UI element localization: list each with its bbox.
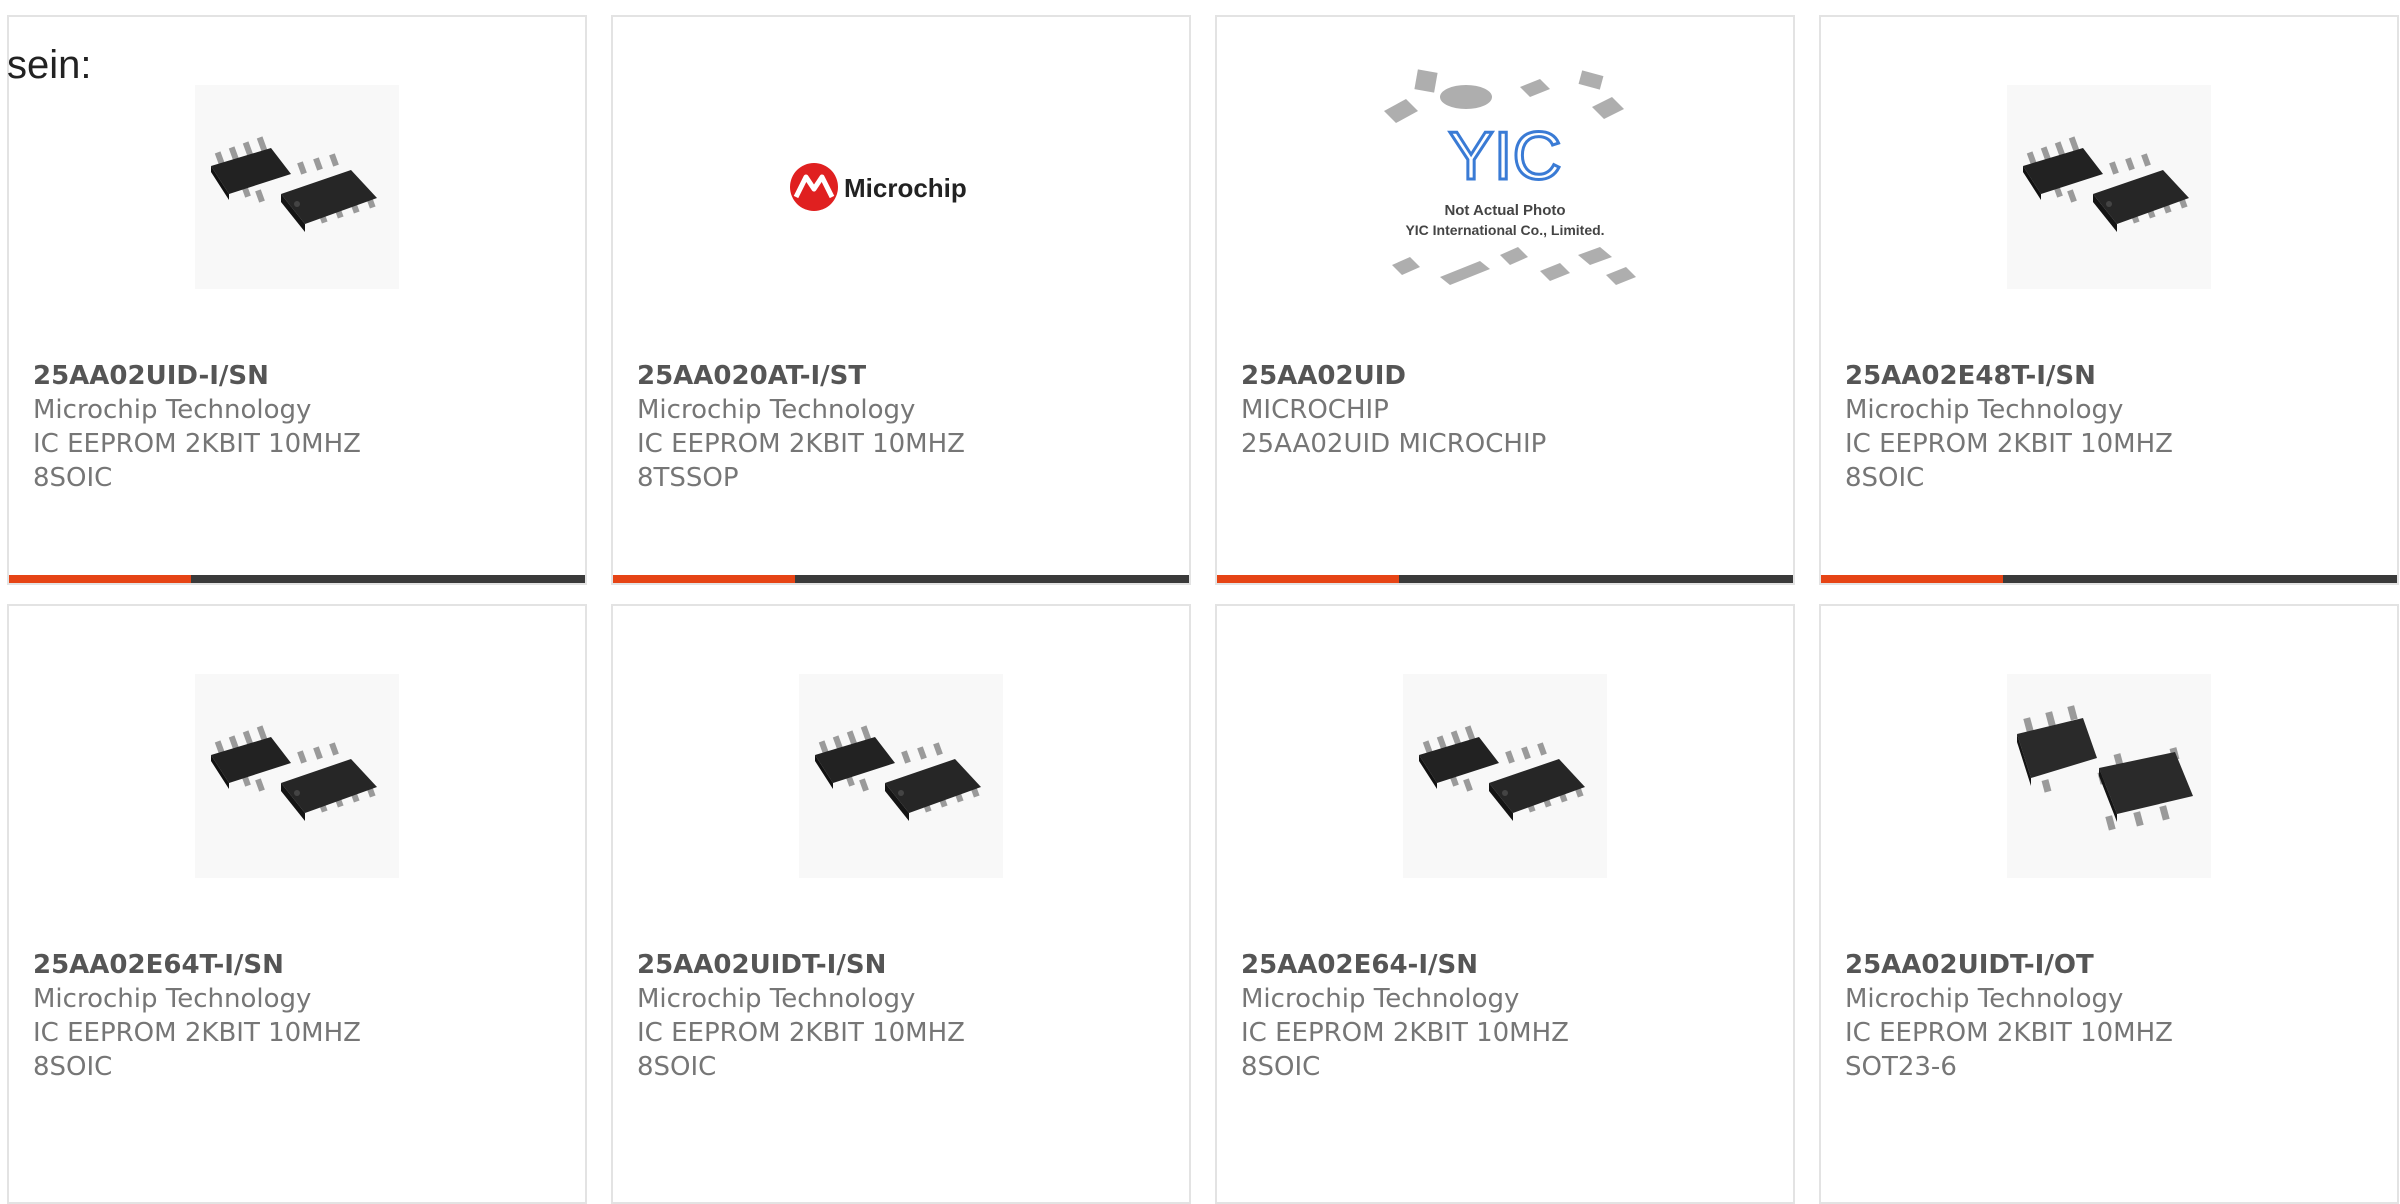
card-accent (1217, 575, 1399, 583)
card-bottom-bar (1821, 575, 2397, 583)
product-card[interactable]: Microchip 25AA020AT-I/ST Microchip Techn… (611, 15, 1191, 585)
card-accent (1821, 575, 2003, 583)
product-image[interactable]: Microchip (781, 85, 1021, 289)
microchip-logo: Microchip (790, 163, 967, 211)
svg-text:YIC: YIC (1448, 118, 1561, 194)
product-card[interactable]: 25AA02UIDT-I/OT Microchip Technology IC … (1819, 604, 2399, 1204)
product-image[interactable]: YIC Not Actual Photo YIC International C… (1370, 57, 1640, 307)
description: IC EEPROM 2KBIT 10MHZ 8SOIC (637, 1018, 965, 1082)
manufacturer: Microchip Technology (1845, 984, 2124, 1014)
card-bottom-bar (613, 575, 1189, 583)
soic-8-chip-icon (211, 136, 377, 232)
svg-text:YIC International Co., Limited: YIC International Co., Limited. (1405, 222, 1604, 238)
card-bottom-bar (9, 575, 585, 583)
product-image[interactable] (195, 85, 399, 289)
description: IC EEPROM 2KBIT 10MHZ SOT23-6 (1845, 1018, 2173, 1082)
intro-text: sein: (7, 43, 92, 87)
manufacturer: Microchip Technology (637, 984, 916, 1014)
product-card[interactable]: 25AA02E64T-I/SN Microchip Technology IC … (7, 604, 587, 1204)
description: IC EEPROM 2KBIT 10MHZ 8SOIC (1241, 1018, 1569, 1082)
part-number[interactable]: 25AA02E64-I/SN (1241, 948, 1621, 982)
description: IC EEPROM 2KBIT 10MHZ 8TSSOP (637, 429, 965, 493)
card-accent (613, 575, 795, 583)
manufacturer: Microchip Technology (33, 984, 312, 1014)
description: IC EEPROM 2KBIT 10MHZ 8SOIC (1845, 429, 2173, 493)
manufacturer: Microchip Technology (1241, 984, 1520, 1014)
sot23-6-chip-icon (2017, 705, 2193, 831)
product-card[interactable]: 25AA02E48T-I/SN Microchip Technology IC … (1819, 15, 2399, 585)
product-image[interactable] (2007, 674, 2211, 878)
product-card[interactable]: 25AA02UIDT-I/SN Microchip Technology IC … (611, 604, 1191, 1204)
description: IC EEPROM 2KBIT 10MHZ 8SOIC (33, 429, 361, 493)
product-card[interactable]: YIC Not Actual Photo YIC International C… (1215, 15, 1795, 585)
manufacturer: Microchip Technology (637, 395, 916, 425)
product-image[interactable] (195, 674, 399, 878)
part-number[interactable]: 25AA02UIDT-I/SN (637, 948, 1017, 982)
soic-8-chip-icon (1419, 725, 1585, 821)
part-number[interactable]: 25AA02UID (1241, 359, 1621, 393)
manufacturer: MICROCHIP (1241, 395, 1389, 425)
soic-8-chip-icon (211, 725, 377, 821)
card-accent (9, 575, 191, 583)
soic-8-chip-icon (815, 725, 981, 821)
svg-text:Microchip: Microchip (844, 173, 967, 203)
part-number[interactable]: 25AA020AT-I/ST (637, 359, 1017, 393)
card-bottom-bar (1217, 575, 1793, 583)
product-image[interactable] (1403, 674, 1607, 878)
product-image[interactable] (2007, 85, 2211, 289)
description: 25AA02UID MICROCHIP (1241, 429, 1547, 459)
description: IC EEPROM 2KBIT 10MHZ 8SOIC (33, 1018, 361, 1082)
svg-text:Not Actual Photo: Not Actual Photo (1444, 202, 1565, 219)
yic-placeholder-icon: YIC Not Actual Photo YIC International C… (1384, 69, 1636, 285)
manufacturer: Microchip Technology (1845, 395, 2124, 425)
part-number[interactable]: 25AA02UIDT-I/OT (1845, 948, 2225, 982)
part-number[interactable]: 25AA02UID-I/SN (33, 359, 413, 393)
product-card[interactable]: 25AA02UID-I/SN Microchip Technology IC E… (7, 15, 587, 585)
product-image[interactable] (799, 674, 1003, 878)
manufacturer: Microchip Technology (33, 395, 312, 425)
part-number[interactable]: 25AA02E48T-I/SN (1845, 359, 2225, 393)
product-card[interactable]: 25AA02E64-I/SN Microchip Technology IC E… (1215, 604, 1795, 1204)
part-number[interactable]: 25AA02E64T-I/SN (33, 948, 413, 982)
soic-8-chip-icon (2023, 136, 2189, 232)
